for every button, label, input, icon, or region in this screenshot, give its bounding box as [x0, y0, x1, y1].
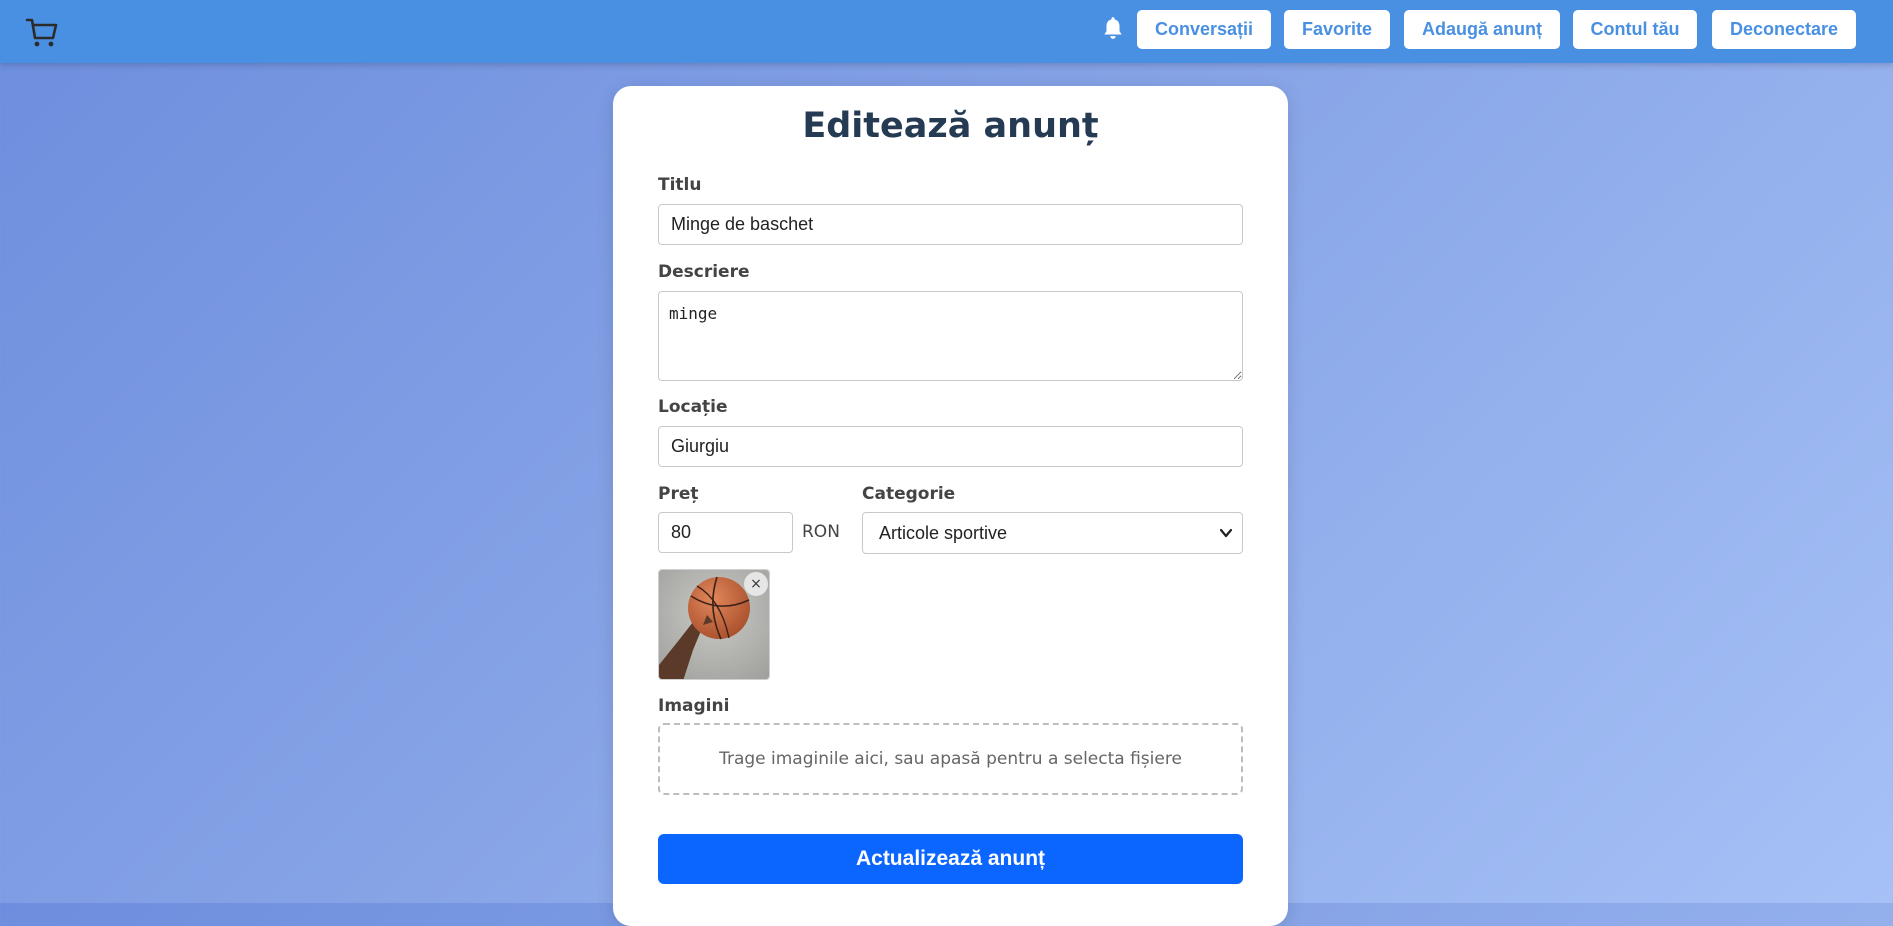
- nav-contul-tau-button[interactable]: Contul tău: [1573, 10, 1697, 49]
- page-title: Editează anunț: [802, 106, 1099, 146]
- dropzone-text: Trage imaginile aici, sau apasă pentru a…: [719, 749, 1182, 769]
- location-label: Locație: [658, 397, 728, 417]
- location-input[interactable]: [658, 426, 1243, 467]
- top-nav-bar: Conversații Favorite Adaugă anunț Contul…: [0, 0, 1893, 63]
- price-label: Preț: [658, 484, 699, 504]
- description-textarea[interactable]: minge: [658, 291, 1243, 381]
- nav-favorite-button[interactable]: Favorite: [1284, 10, 1390, 49]
- chevron-down-icon: [1219, 528, 1233, 538]
- description-label: Descriere: [658, 262, 750, 282]
- category-select-value[interactable]: Articole sportive: [862, 512, 1243, 554]
- nav-deconectare-button[interactable]: Deconectare: [1712, 10, 1856, 49]
- nav-conversatii-button[interactable]: Conversații: [1137, 10, 1271, 49]
- title-label: Titlu: [658, 175, 702, 195]
- nav-adauga-anunt-button[interactable]: Adaugă anunț: [1404, 10, 1560, 49]
- category-label: Categorie: [862, 484, 956, 504]
- update-listing-button[interactable]: Actualizează anunț: [658, 834, 1243, 884]
- cart-icon[interactable]: [24, 14, 60, 50]
- category-select[interactable]: Articole sportive: [862, 512, 1243, 554]
- remove-image-button[interactable]: ×: [744, 572, 768, 596]
- image-dropzone[interactable]: Trage imaginile aici, sau apasă pentru a…: [658, 723, 1243, 795]
- images-label: Imagini: [658, 696, 730, 716]
- bell-icon[interactable]: [1100, 15, 1126, 41]
- currency-label: RON: [802, 522, 840, 542]
- title-input[interactable]: [658, 204, 1243, 245]
- price-input[interactable]: [658, 512, 793, 553]
